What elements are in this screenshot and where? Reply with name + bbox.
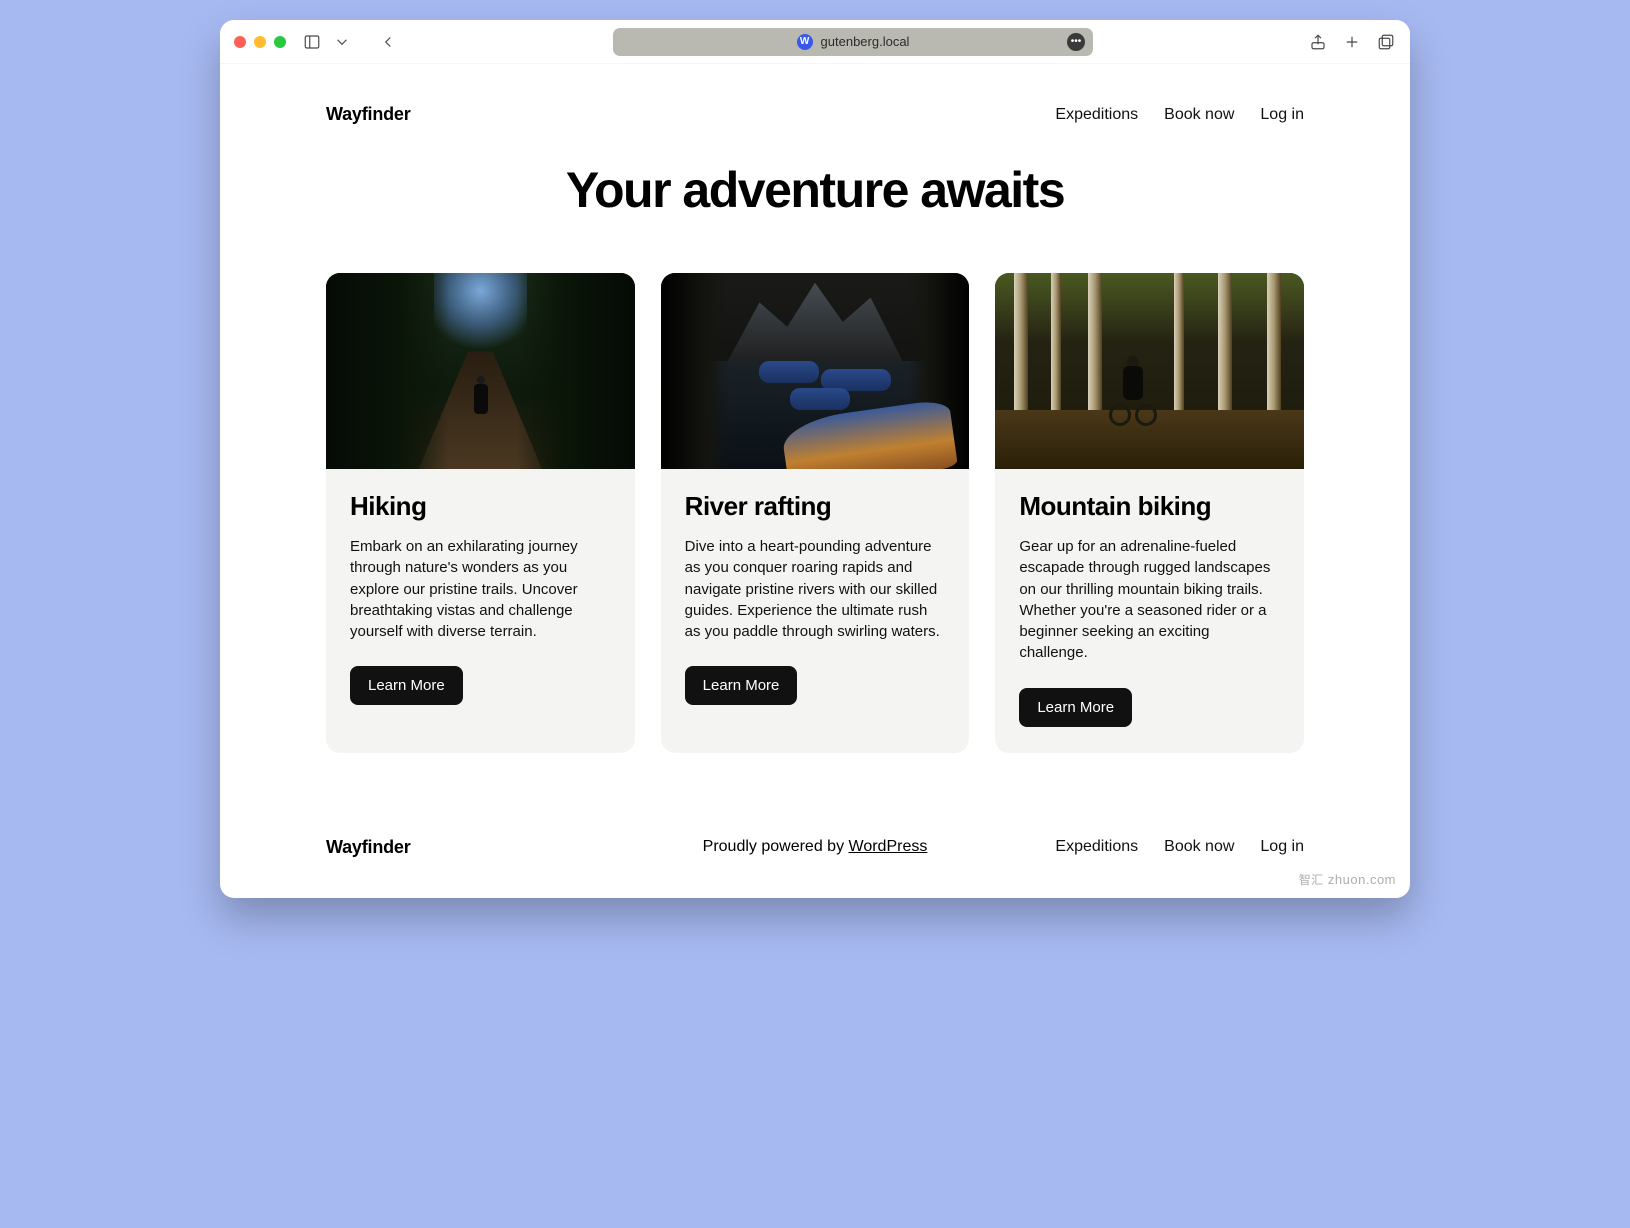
- browser-window: W gutenberg.local ••• Wayfinder Expediti…: [220, 20, 1410, 898]
- share-icon[interactable]: [1308, 32, 1328, 52]
- address-bar-url: gutenberg.local: [821, 34, 910, 49]
- page-content: Wayfinder Expeditions Book now Log in Yo…: [220, 64, 1410, 898]
- footer-credit: Proudly powered by WordPress: [703, 838, 928, 856]
- site-footer: Wayfinder Proudly powered by WordPress E…: [326, 837, 1304, 858]
- wordpress-favicon-icon: W: [797, 34, 813, 50]
- card-grid: Hiking Embark on an exhilarating journey…: [326, 273, 1304, 753]
- card-mountain-biking: Mountain biking Gear up for an adrenalin…: [995, 273, 1304, 753]
- site-header: Wayfinder Expeditions Book now Log in: [326, 104, 1304, 125]
- footer-credit-prefix: Proudly powered by: [703, 838, 849, 855]
- address-bar[interactable]: W gutenberg.local •••: [613, 28, 1093, 56]
- footer-site-title[interactable]: Wayfinder: [326, 837, 411, 858]
- footer-nav-book-now[interactable]: Book now: [1164, 838, 1234, 856]
- tabs-overview-icon[interactable]: [1376, 32, 1396, 52]
- card-image-hiking: [326, 273, 635, 469]
- learn-more-button[interactable]: Learn More: [350, 666, 463, 705]
- footer-wordpress-link[interactable]: WordPress: [849, 838, 928, 855]
- learn-more-button[interactable]: Learn More: [1019, 688, 1132, 727]
- card-description: Embark on an exhilarating journey throug…: [350, 536, 611, 642]
- chevron-down-icon[interactable]: [332, 32, 352, 52]
- hero-title: Your adventure awaits: [326, 161, 1304, 219]
- card-title: Hiking: [350, 491, 611, 522]
- card-description: Dive into a heart-pounding adventure as …: [685, 536, 946, 642]
- primary-nav: Expeditions Book now Log in: [1055, 106, 1304, 124]
- card-hiking: Hiking Embark on an exhilarating journey…: [326, 273, 635, 753]
- nav-link-book-now[interactable]: Book now: [1164, 106, 1234, 124]
- back-button[interactable]: [378, 32, 398, 52]
- card-description: Gear up for an adrenaline-fueled escapad…: [1019, 536, 1280, 664]
- close-window-button[interactable]: [234, 36, 246, 48]
- card-river-rafting: River rafting Dive into a heart-pounding…: [661, 273, 970, 753]
- sidebar-toggle-icon[interactable]: [302, 32, 322, 52]
- card-title: River rafting: [685, 491, 946, 522]
- card-title: Mountain biking: [1019, 491, 1280, 522]
- maximize-window-button[interactable]: [274, 36, 286, 48]
- learn-more-button[interactable]: Learn More: [685, 666, 798, 705]
- footer-nav-log-in[interactable]: Log in: [1260, 838, 1304, 856]
- nav-link-expeditions[interactable]: Expeditions: [1055, 106, 1138, 124]
- card-image-rafting: [661, 273, 970, 469]
- minimize-window-button[interactable]: [254, 36, 266, 48]
- new-tab-icon[interactable]: [1342, 32, 1362, 52]
- page-settings-icon[interactable]: •••: [1067, 33, 1085, 51]
- traffic-lights: [234, 36, 286, 48]
- site-title[interactable]: Wayfinder: [326, 104, 411, 125]
- nav-link-log-in[interactable]: Log in: [1260, 106, 1304, 124]
- footer-nav-expeditions[interactable]: Expeditions: [1055, 838, 1138, 856]
- browser-toolbar: W gutenberg.local •••: [220, 20, 1410, 64]
- footer-nav: Expeditions Book now Log in: [1055, 838, 1304, 856]
- card-image-biking: [995, 273, 1304, 469]
